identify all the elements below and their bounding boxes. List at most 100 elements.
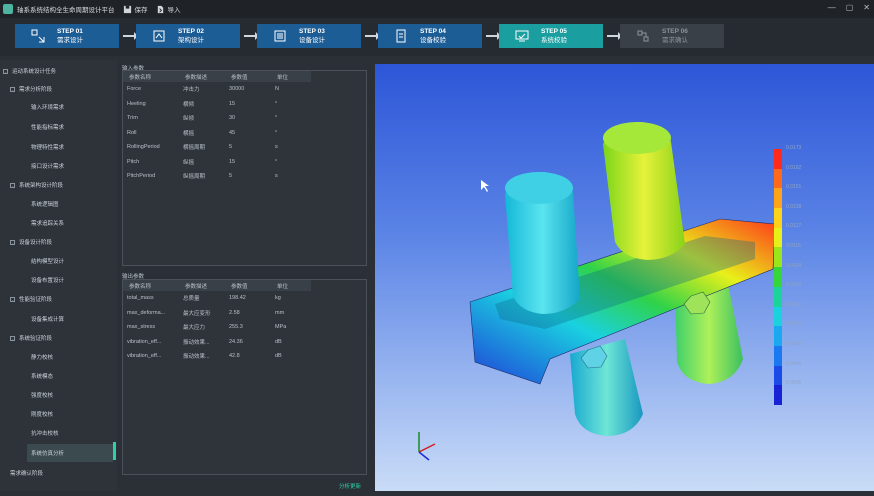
tree-item[interactable]: 设备集成计算: [31, 315, 64, 323]
table-row[interactable]: PitchPeriod 纵摇周期 5 s: [123, 169, 311, 184]
collapse-icon[interactable]: -: [10, 335, 15, 341]
save-label: 保存: [134, 7, 148, 14]
mouse-cursor-icon: [481, 180, 489, 192]
input-table: 参数名称 参数描述 参数值 单位 Force 冲击力 30000 N Heeling 横…: [123, 71, 311, 184]
tree-item[interactable]: - 性能验证阶段: [10, 295, 52, 303]
tree-item[interactable]: 需求确认阶段: [10, 469, 43, 477]
tree-item[interactable]: 抗冲击校核: [31, 429, 59, 437]
legend-label: 0.0069: [786, 321, 802, 328]
step-num: STEP 04: [420, 28, 446, 35]
legend-label: 0.0035: [786, 380, 802, 387]
table-row[interactable]: RollingPeriod 横摇周期 5 s: [123, 140, 311, 155]
table-row[interactable]: vibration_eff... 振动效果... 42.8 dB: [123, 349, 311, 364]
tree-item[interactable]: 结构模型设计: [31, 257, 64, 265]
legend-color-segment: [774, 365, 782, 386]
step-01[interactable]: STEP 01 需求设计: [15, 24, 119, 48]
import-button[interactable]: 导入: [156, 4, 181, 14]
tree-item[interactable]: 物理特性需求: [31, 143, 64, 151]
step-arrow-icon: [244, 32, 259, 40]
step-03[interactable]: STEP 03 设备设计: [257, 24, 361, 48]
tree-item[interactable]: 需求追踪关系: [31, 219, 64, 227]
step-label: 设备设计: [299, 37, 325, 44]
legend-label: 0.0115: [786, 242, 801, 249]
legend-color-segment: [774, 385, 782, 405]
title-bar: 轴系系统结构全生命周期设计平台 保存 导入 — ▢ ✕: [0, 0, 874, 18]
col-header: 参数值: [225, 71, 271, 82]
legend-color-segment: [774, 188, 782, 209]
table-row[interactable]: Roll 横摇 45 °: [123, 126, 311, 141]
table-row[interactable]: Trim 纵倾 30 °: [123, 111, 311, 126]
app-logo-icon: [3, 4, 13, 14]
maximize-button[interactable]: ▢: [846, 3, 854, 12]
step-num: STEP 06: [662, 28, 688, 35]
main-panel: 输入参数 参数名称 参数描述 参数值 单位 Force 冲击力 30000 N Hee…: [118, 60, 372, 491]
step-arrow-icon: [486, 32, 501, 40]
tree-item[interactable]: - 需求分析阶段: [10, 85, 52, 93]
output-table: 参数名称 参数描述 参数值 单位 total_mass 总质量 198.42 kg m…: [123, 280, 311, 364]
save-icon: [123, 5, 131, 13]
tree-item-selected[interactable]: 系统仿真分析: [27, 444, 113, 462]
tree-item[interactable]: 强度校核: [31, 391, 53, 399]
legend-label: 0.0173: [786, 145, 802, 151]
col-header: 参数名称: [123, 280, 179, 291]
collapse-icon[interactable]: -: [10, 239, 15, 245]
step-arrow-icon: [607, 32, 622, 40]
legend-label: 0.0127: [786, 223, 802, 230]
tree-item[interactable]: - 系统架构设计阶段: [10, 181, 63, 189]
step-label: 系统校验: [541, 37, 567, 44]
tree-item[interactable]: - 运动系统设计任务: [3, 67, 56, 75]
sidebar-scrollbar[interactable]: [113, 442, 116, 460]
analysis-update-link[interactable]: 分析更新: [339, 482, 361, 490]
step-num: STEP 03: [299, 28, 325, 35]
legend-label: 0.0151: [786, 184, 802, 191]
legend-label: 0.0162: [786, 164, 802, 171]
tree-item[interactable]: 性能指标需求: [31, 123, 64, 131]
legend-color-segment: [774, 149, 782, 169]
tree-item[interactable]: 刚度校核: [31, 410, 53, 418]
table-row[interactable]: Force 冲击力 30000 N: [123, 82, 311, 97]
axis-triad-icon: [418, 432, 436, 461]
legend-label: 0.0081: [786, 301, 802, 308]
cylinder-top-right: [603, 122, 671, 154]
tree-item[interactable]: 设备布置设计: [31, 276, 64, 284]
step-num: STEP 02: [178, 28, 204, 35]
legend-color-segment: [774, 306, 782, 327]
tree-item[interactable]: 输入环境需求: [31, 103, 64, 111]
table-row[interactable]: total_mass 总质量 198.42 kg: [123, 291, 311, 306]
table-row[interactable]: Heeling 横倾 15 °: [123, 97, 311, 112]
step-arrow-icon: [365, 32, 380, 40]
collapse-icon[interactable]: -: [10, 86, 15, 92]
legend-label: 0.0046: [786, 360, 802, 367]
table-row[interactable]: max_stress 最大应力 255.3 MPa: [123, 320, 311, 335]
collapse-icon[interactable]: -: [10, 182, 15, 188]
table-row[interactable]: Pitch 纵摇 15 °: [123, 155, 311, 170]
step-05[interactable]: STEP 05 系统校验: [499, 24, 603, 48]
minimize-button[interactable]: —: [828, 3, 836, 12]
legend-label: 0.0058: [786, 340, 802, 347]
table-row[interactable]: vibration_eff... 振动效果... 24.36 dB: [123, 335, 311, 350]
tree-item[interactable]: 系统模态: [31, 372, 53, 380]
tree-item[interactable]: - 系统验证阶段: [10, 334, 52, 342]
legend-color-segment: [774, 227, 782, 248]
collapse-icon[interactable]: -: [10, 296, 15, 302]
input-table-panel: 参数名称 参数描述 参数值 单位 Force 冲击力 30000 N Heeling 横…: [122, 70, 367, 266]
tree-item[interactable]: 系统逻辑图: [31, 200, 59, 208]
step-06[interactable]: STEP 06 需求确认: [620, 24, 724, 48]
tree-item[interactable]: 静力校核: [31, 353, 53, 361]
legend-labels: 0.0173 0.0162 0.0151 0.0139 0.0127 0.011…: [786, 145, 801, 400]
legend-color-segment: [774, 286, 782, 307]
step-label: 设备校验: [420, 37, 446, 44]
close-button[interactable]: ✕: [863, 3, 870, 12]
col-header: 单位: [271, 71, 311, 82]
tree-item[interactable]: 接口设计需求: [31, 162, 64, 170]
step-num: STEP 01: [57, 28, 83, 35]
step-04[interactable]: STEP 04 设备校验: [378, 24, 482, 48]
save-button[interactable]: 保存: [123, 4, 148, 14]
step-02[interactable]: STEP 02 架构设计: [136, 24, 240, 48]
tree-item[interactable]: - 设备设计阶段: [10, 238, 52, 246]
table-row[interactable]: max_deforma... 最大应变形 2.58 mm: [123, 306, 311, 321]
architecture-icon: [148, 25, 170, 47]
collapse-icon[interactable]: -: [3, 68, 8, 74]
confirm-icon: [632, 25, 654, 47]
legend-label: 0.0139: [786, 203, 802, 210]
